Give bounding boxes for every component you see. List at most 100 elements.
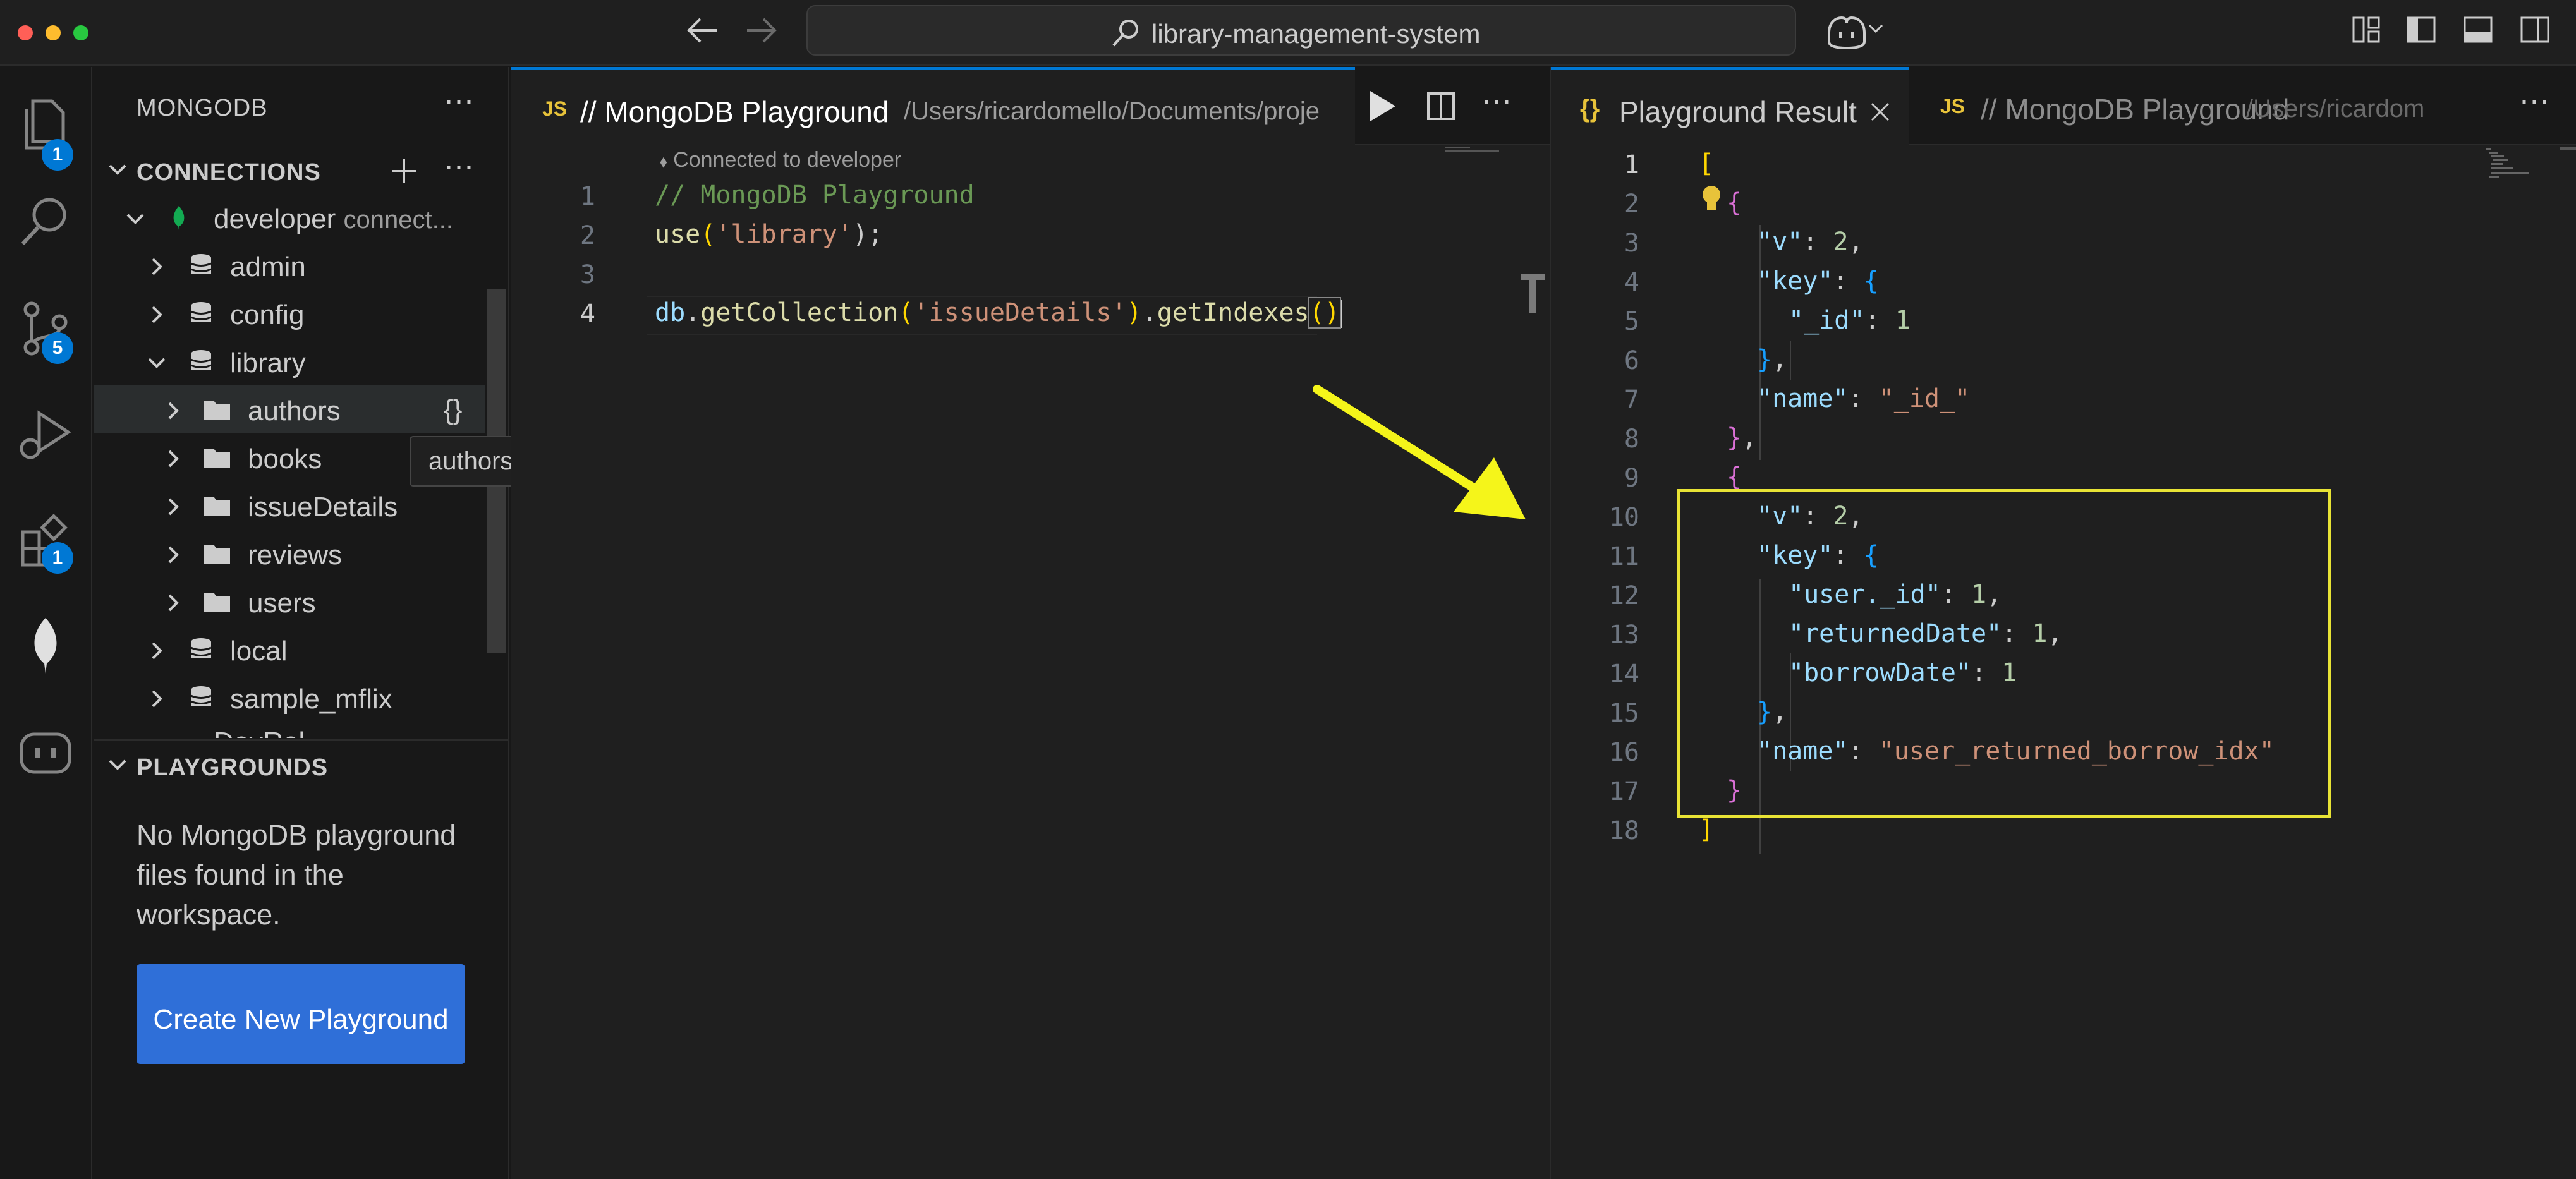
playground-editor: JS // MongoDB Playground /Users/ricardom… [511, 67, 1550, 1179]
database-icon [190, 254, 212, 274]
extensions-badge: 1 [42, 542, 73, 574]
json-line-4[interactable]: "key": { [1757, 267, 1879, 296]
minimap[interactable] [1441, 144, 1504, 157]
forward-arrow-icon[interactable] [744, 16, 777, 44]
database-label: sample_mflix [230, 684, 392, 715]
collection-users[interactable]: users [94, 577, 485, 626]
add-connection-icon[interactable] [389, 157, 418, 186]
chevron-down-icon [148, 358, 166, 368]
collection-reviews[interactable]: reviews [94, 529, 485, 577]
line-number: 18 [1608, 816, 1639, 845]
tab-mongodb-playground-2[interactable]: JS // MongoDB Playground /Users/ricardom [1909, 67, 2515, 145]
customize-layout-icon[interactable] [2351, 14, 2383, 45]
run-debug-icon[interactable] [14, 403, 77, 466]
close-tab-icon[interactable] [1869, 101, 1891, 123]
folder-icon [204, 593, 230, 612]
create-playground-button[interactable]: Create New Playground [137, 964, 465, 1064]
connection-developer[interactable]: developer connect... [94, 193, 485, 241]
playgrounds-section-header[interactable]: PLAYGROUNDS [94, 739, 509, 787]
js-file-icon: JS [542, 97, 568, 120]
lightbulb-icon[interactable] [1700, 184, 1723, 215]
editor-tab-bar: JS // MongoDB Playground /Users/ricardom… [511, 67, 1550, 145]
code-line-1[interactable]: // MongoDB Playground [655, 181, 975, 210]
command-center[interactable]: library-management-system [806, 5, 1796, 56]
json-line-7[interactable]: "name": "_id_" [1757, 384, 1970, 413]
database-sample-mflix[interactable]: sample_mflix [94, 674, 485, 722]
tab-playground-result[interactable]: {} Playground Result [1551, 67, 1909, 145]
open-playground-icon[interactable]: {} [444, 394, 462, 426]
json-line-5[interactable]: "_id": 1 [1789, 306, 1911, 335]
json-icon: {} [1580, 95, 1600, 123]
chevron-right-icon [152, 642, 162, 660]
connected-codelens[interactable]: ⬧ Connected to developer [660, 148, 901, 172]
toggle-panel-icon[interactable] [2462, 14, 2494, 45]
chevron-down-icon [126, 214, 144, 224]
chevron-down-icon [109, 164, 126, 175]
line-number: 17 [1608, 777, 1639, 806]
collection-label: users [248, 588, 316, 619]
result-more-actions-icon[interactable]: ⋯ [2519, 83, 2549, 119]
json-line-18[interactable]: ] [1699, 815, 1714, 844]
result-tab-bar: {} Playground Result JS // MongoDB Playg… [1551, 67, 2576, 145]
database-icon [190, 350, 212, 370]
zoom-window-button[interactable] [73, 25, 88, 40]
copilot-icon[interactable] [1824, 14, 1869, 49]
js-file-icon: JS [1940, 95, 1965, 118]
minimize-window-button[interactable] [46, 25, 61, 40]
chevron-right-icon [168, 402, 179, 420]
json-line-8[interactable]: }, [1727, 423, 1757, 452]
playgrounds-label: PLAYGROUNDS [137, 754, 329, 781]
json-line-9[interactable]: { [1727, 463, 1742, 492]
editor-more-actions-icon[interactable]: ⋯ [1481, 83, 1512, 119]
chevron-down-icon [109, 759, 126, 770]
code-line-4[interactable]: db.getCollection('issueDetails').getInde… [655, 297, 1342, 329]
connection-devrel-partial[interactable]: DevRel... [94, 724, 485, 738]
database-local[interactable]: local [94, 626, 485, 674]
toggle-primary-sidebar-icon[interactable] [2405, 14, 2437, 45]
line-number: 9 [1624, 464, 1639, 493]
run-playground-icon[interactable] [1366, 88, 1398, 124]
text-cursor [1339, 300, 1342, 328]
split-editor-icon[interactable] [1426, 91, 1456, 121]
line-number: 8 [1624, 425, 1639, 454]
database-admin[interactable]: admin [94, 241, 485, 289]
search-icon[interactable] [14, 191, 77, 254]
connections-section-header[interactable]: CONNECTIONS ⋯ [94, 145, 509, 193]
search-icon [1112, 20, 1138, 47]
chevron-right-icon [168, 450, 179, 468]
line-number: 2 [1624, 190, 1639, 219]
json-line-1[interactable]: [ [1699, 149, 1714, 178]
chevron-down-icon[interactable] [1868, 24, 1883, 34]
indent-guide [1790, 341, 1791, 380]
minimap[interactable] [2484, 147, 2534, 191]
close-window-button[interactable] [18, 25, 33, 40]
more-actions-icon[interactable]: ⋯ [444, 83, 474, 119]
source-control-badge: 5 [42, 332, 73, 364]
chat-bot-icon[interactable] [14, 719, 77, 782]
json-line-2[interactable]: { [1727, 188, 1742, 217]
chevron-right-icon [152, 306, 162, 323]
back-arrow-icon[interactable] [686, 16, 719, 44]
tab-path: /Users/ricardomello/Documents/proje [904, 97, 1320, 125]
connections-more-icon[interactable]: ⋯ [444, 149, 474, 184]
database-config[interactable]: config [94, 289, 485, 337]
json-line-3[interactable]: "v": 2, [1757, 227, 1864, 257]
chevron-right-icon [152, 258, 162, 275]
collection-issuedetails[interactable]: issueDetails [94, 481, 485, 529]
database-library[interactable]: library [94, 337, 485, 385]
collection-authors[interactable]: authors {} [94, 385, 485, 433]
line-number: 5 [1624, 307, 1639, 336]
code-line-2[interactable]: use('library'); [655, 220, 883, 249]
chevron-right-icon [168, 594, 179, 612]
no-playgrounds-message: No MongoDB playground files found in the… [137, 819, 456, 931]
toggle-secondary-sidebar-icon[interactable] [2519, 14, 2551, 45]
line-number: 16 [1608, 738, 1639, 767]
indent-guide [1759, 225, 1761, 460]
json-line-6[interactable]: }, [1757, 345, 1787, 374]
chevron-right-icon [152, 690, 162, 708]
text-cursor-icon [1521, 274, 1545, 313]
connections-label: CONNECTIONS [137, 159, 321, 186]
tab-mongodb-playground[interactable]: JS // MongoDB Playground /Users/ricardom… [511, 67, 1355, 145]
mongodb-leaf-icon[interactable] [14, 613, 77, 676]
tab-title: // MongoDB Playground [1981, 93, 2290, 126]
